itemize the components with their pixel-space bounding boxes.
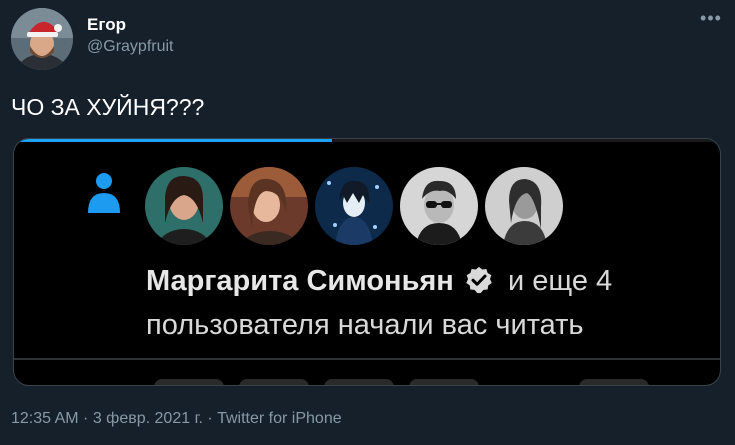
tweet-meta: 12:35 AM · 3 февр. 2021 г. · Twitter for… (11, 408, 342, 430)
follower-avatar (230, 167, 308, 245)
next-row-avatar-hint (409, 379, 479, 385)
notification-rest-line-1: и еще 4 (499, 265, 613, 297)
tweet-date[interactable]: 3 февр. 2021 г. (93, 410, 203, 427)
next-row-avatar-hint (324, 379, 394, 385)
notification-line-1: Маргарита Симоньян и еще 4 (146, 261, 612, 301)
author-handle[interactable]: @Graypfruit (87, 36, 173, 58)
tweet-text: ЧО ЗА ХУЙНЯ??? (11, 94, 205, 120)
author-display-name[interactable]: Егор (87, 14, 173, 36)
notification-line-2: пользователя начали вас читать (146, 309, 584, 341)
more-options-icon[interactable]: ••• (700, 9, 722, 30)
verified-badge-icon (466, 266, 492, 294)
follower-avatar (315, 167, 393, 245)
next-row-avatar-hint (154, 379, 224, 385)
follower-name: Маргарита Симоньян (146, 265, 454, 297)
meta-separator: · (202, 410, 218, 427)
next-row-avatar-hint (239, 379, 309, 385)
meta-separator: · (78, 410, 93, 427)
tweet-time[interactable]: 12:35 AM (11, 410, 79, 427)
author-names: Егор @Graypfruit (87, 14, 173, 58)
tweet-header: Егор @Graypfruit ••• (11, 8, 724, 70)
tweet: Егор @Graypfruit ••• ЧО ЗА ХУЙНЯ??? Марг… (0, 0, 735, 445)
follower-avatar (485, 167, 563, 245)
media-divider (14, 358, 720, 360)
follower-avatar (145, 167, 223, 245)
follower-avatar (400, 167, 478, 245)
tweet-source[interactable]: Twitter for iPhone (217, 410, 342, 427)
next-row-avatar-hint (579, 379, 649, 385)
video-progress-bar (14, 139, 332, 142)
person-icon (88, 173, 120, 213)
author-avatar[interactable] (11, 8, 73, 70)
tweet-media[interactable]: Маргарита Симоньян и еще 4 пользователя … (13, 138, 721, 386)
